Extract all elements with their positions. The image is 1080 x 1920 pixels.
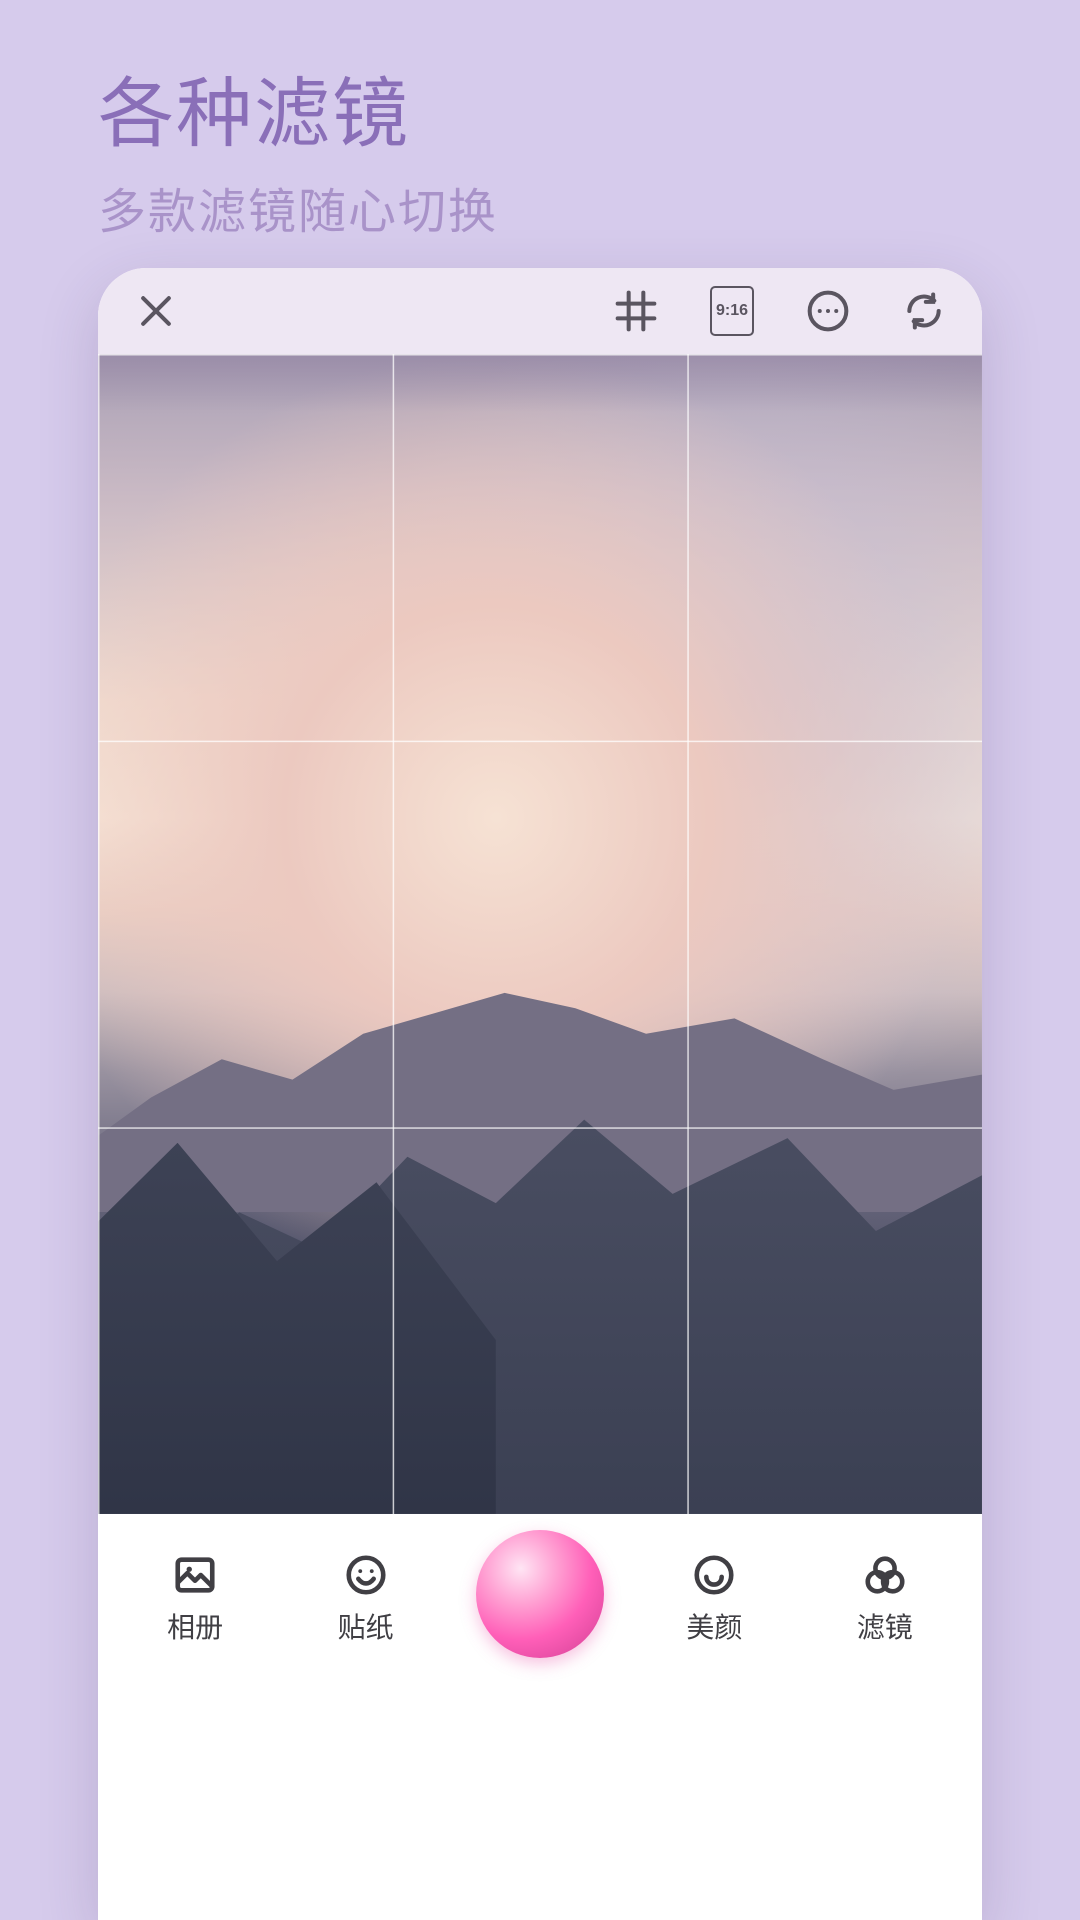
album-label: 相册 bbox=[167, 1606, 223, 1646]
grid-icon bbox=[614, 289, 658, 333]
grid-toggle-button[interactable] bbox=[614, 289, 658, 333]
close-button[interactable] bbox=[134, 289, 178, 333]
more-horizontal-icon bbox=[806, 289, 850, 333]
sticker-button[interactable]: 贴纸 bbox=[306, 1552, 426, 1646]
filter-label: 滤镜 bbox=[857, 1606, 913, 1646]
album-button[interactable]: 相册 bbox=[135, 1552, 255, 1646]
aspect-ratio-label: 9:16 bbox=[716, 302, 748, 320]
filter-circles-icon bbox=[862, 1552, 908, 1598]
phone-frame: 9:16 bbox=[98, 268, 982, 1920]
smile-icon bbox=[343, 1552, 389, 1598]
face-icon bbox=[691, 1552, 737, 1598]
camera-bottombar: 相册 贴纸 美颜 滤镜 bbox=[98, 1514, 982, 1684]
sticker-label: 贴纸 bbox=[338, 1606, 394, 1646]
rotate-icon bbox=[902, 289, 946, 333]
album-icon bbox=[172, 1552, 218, 1598]
beauty-label: 美颜 bbox=[686, 1606, 742, 1646]
camera-topbar: 9:16 bbox=[98, 268, 982, 354]
more-options-button[interactable] bbox=[806, 289, 850, 333]
promo-subtitle: 多款滤镜随心切换 bbox=[98, 172, 498, 242]
aspect-ratio-button[interactable]: 9:16 bbox=[710, 286, 754, 336]
close-icon bbox=[134, 289, 178, 333]
beauty-button[interactable]: 美颜 bbox=[654, 1552, 774, 1646]
promo-title: 各种滤镜 bbox=[98, 52, 498, 162]
camera-viewfinder[interactable] bbox=[98, 354, 982, 1514]
switch-camera-button[interactable] bbox=[902, 289, 946, 333]
shutter-button[interactable] bbox=[476, 1530, 604, 1658]
filter-button[interactable]: 滤镜 bbox=[825, 1552, 945, 1646]
promo-headline: 各种滤镜 多款滤镜随心切换 bbox=[98, 52, 498, 242]
